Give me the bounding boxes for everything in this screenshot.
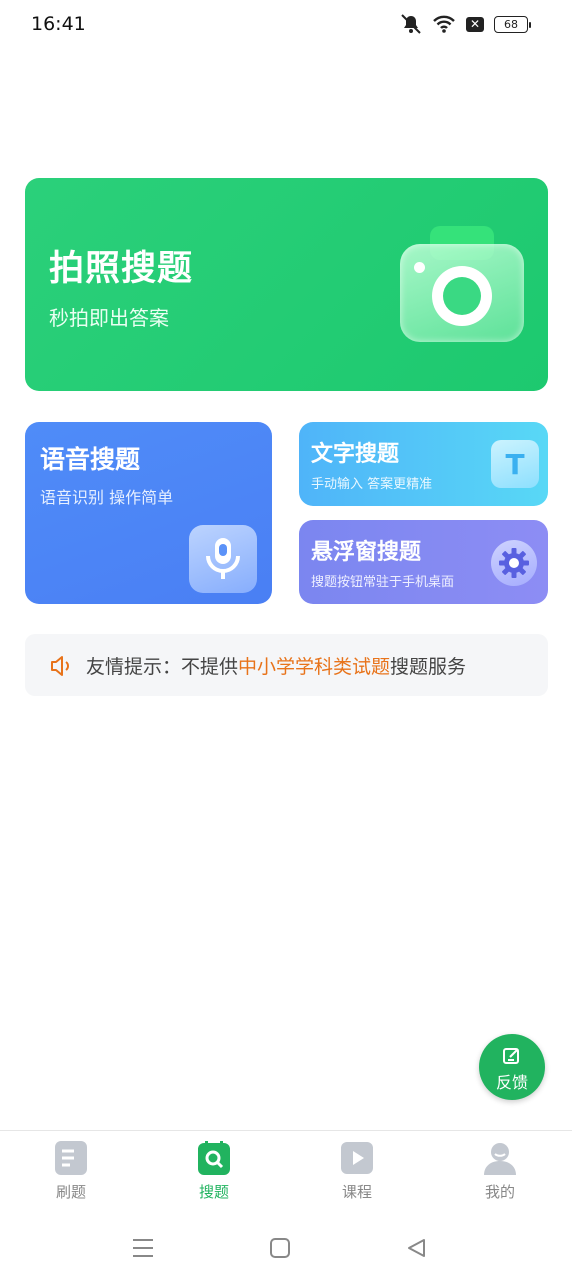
camera-icon	[400, 226, 524, 344]
speaker-icon	[49, 655, 73, 681]
document-icon	[54, 1141, 88, 1175]
sim-off-icon: ✕	[466, 16, 484, 32]
bottom-tab-bar: 刷题 搜题 课程 我的	[0, 1130, 572, 1217]
voice-search-card[interactable]: 语音搜题 语音识别 操作简单	[25, 422, 272, 604]
battery-icon: 68	[494, 15, 531, 33]
back-icon[interactable]	[402, 1234, 430, 1262]
search-icon	[197, 1140, 231, 1175]
tab-search[interactable]: 搜题	[174, 1140, 254, 1202]
notice-text: 友情提示：不提供中小学学科类试题搜题服务	[86, 652, 466, 679]
photo-search-subtitle: 秒拍即出答案	[49, 306, 169, 330]
system-nav-bar	[0, 1216, 572, 1280]
status-time: 16:41	[31, 13, 86, 35]
mute-bell-icon	[400, 14, 422, 34]
edit-icon	[502, 1046, 522, 1070]
notice-banner: 友情提示：不提供中小学学科类试题搜题服务	[25, 634, 548, 696]
text-search-subtitle: 手动输入 答案更精准	[311, 477, 433, 492]
notice-highlight: 中小学学科类试题	[238, 656, 391, 678]
float-search-title: 悬浮窗搜题	[311, 540, 422, 565]
notice-suffix: 搜题服务	[390, 656, 467, 678]
voice-search-subtitle: 语音识别 操作简单	[40, 488, 174, 507]
status-bar: 16:41 ✕ 68	[0, 0, 572, 52]
float-search-card[interactable]: 悬浮窗搜题 搜题按钮常驻于手机桌面	[299, 520, 548, 604]
tab-practice-label: 刷题	[55, 1183, 86, 1201]
photo-search-card[interactable]: 拍照搜题 秒拍即出答案	[25, 178, 548, 391]
tab-profile-label: 我的	[484, 1183, 515, 1201]
tab-courses[interactable]: 课程	[317, 1141, 397, 1202]
notice-prefix: 友情提示：不提供	[86, 656, 239, 678]
user-icon	[483, 1141, 517, 1175]
status-icons: ✕ 68	[400, 14, 531, 34]
feedback-label: 反馈	[495, 1073, 528, 1092]
microphone-icon	[189, 525, 257, 593]
feedback-button[interactable]: 反馈	[479, 1034, 545, 1100]
voice-search-title: 语音搜题	[40, 445, 141, 474]
tab-search-label: 搜题	[198, 1183, 229, 1201]
photo-search-title: 拍照搜题	[49, 249, 194, 289]
float-search-subtitle: 搜题按钮常驻于手机桌面	[311, 575, 455, 590]
gear-icon	[491, 540, 537, 586]
tab-practice[interactable]: 刷题	[31, 1141, 111, 1202]
wifi-icon	[432, 14, 456, 34]
text-t-icon: T	[491, 440, 539, 488]
home-icon[interactable]	[266, 1234, 294, 1262]
tab-profile[interactable]: 我的	[460, 1141, 540, 1202]
tab-courses-label: 课程	[341, 1183, 372, 1201]
text-search-card[interactable]: 文字搜题 手动输入 答案更精准 T	[299, 422, 548, 506]
play-icon	[340, 1141, 374, 1175]
text-search-title: 文字搜题	[311, 442, 400, 467]
menu-icon[interactable]	[129, 1234, 157, 1262]
